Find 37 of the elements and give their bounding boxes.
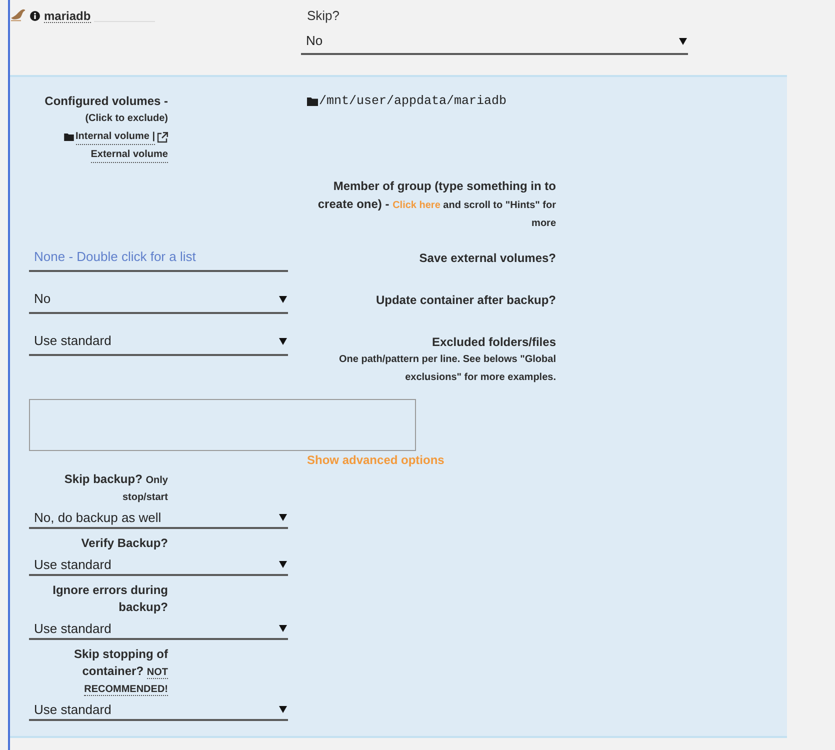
option-label: Verify Backup? bbox=[80, 535, 168, 552]
caret-down-icon bbox=[279, 336, 287, 344]
update-container-label: Update container after backup? bbox=[374, 292, 556, 309]
caret-down-icon bbox=[279, 705, 287, 713]
caret-down-icon bbox=[279, 624, 287, 632]
folder-icon bbox=[64, 133, 74, 141]
save-external-select[interactable]: No bbox=[29, 285, 288, 314]
group-input[interactable]: None - Double click for a list bbox=[29, 243, 288, 272]
group-label: Member of group (type something in to create one) - Click here and scroll to "Hints" for more bbox=[316, 178, 556, 231]
option-label: Ignore errors during backup? bbox=[52, 582, 168, 616]
option-select[interactable]: Use standard bbox=[29, 552, 288, 576]
excluded-folders-field[interactable] bbox=[29, 399, 416, 451]
excluded-label: Excluded folders/files bbox=[430, 334, 556, 351]
option-select[interactable]: No, do backup as well bbox=[29, 505, 288, 529]
skip-select[interactable]: No bbox=[301, 28, 688, 55]
container-name[interactable]: mariadb bbox=[44, 8, 91, 23]
caret-down-icon bbox=[279, 513, 287, 521]
option-select[interactable]: Use standard bbox=[29, 697, 288, 721]
external-volume-legend: External volume bbox=[90, 148, 168, 163]
update-container-select[interactable]: Use standard bbox=[29, 327, 288, 356]
volumes-label: Configured volumes - bbox=[44, 93, 168, 110]
caret-down-icon bbox=[679, 36, 687, 44]
folder-icon bbox=[307, 96, 318, 106]
info-icon[interactable] bbox=[30, 11, 40, 21]
skip-label: Skip? bbox=[307, 8, 340, 24]
external-link-icon bbox=[157, 132, 168, 142]
volumes-hint: (Click to exclude) bbox=[85, 112, 168, 126]
save-external-label: Save external volumes? bbox=[418, 250, 556, 267]
option-label: Skip stopping of container? NOT RECOMMENDED! bbox=[73, 646, 168, 697]
volume-path[interactable]: /mnt/user/appdata/mariadb bbox=[319, 94, 507, 108]
caret-down-icon bbox=[279, 294, 287, 302]
excluded-hint: One path/pattern per line. See belows "Global exclusions" for more examples. bbox=[338, 353, 556, 385]
internal-volume-legend: Internal volume | bbox=[76, 130, 155, 144]
caret-down-icon bbox=[279, 560, 287, 568]
option-label: Skip backup? Only stop/start bbox=[63, 471, 168, 505]
option-select[interactable]: Use standard bbox=[29, 616, 288, 640]
logo-icon bbox=[10, 8, 26, 22]
